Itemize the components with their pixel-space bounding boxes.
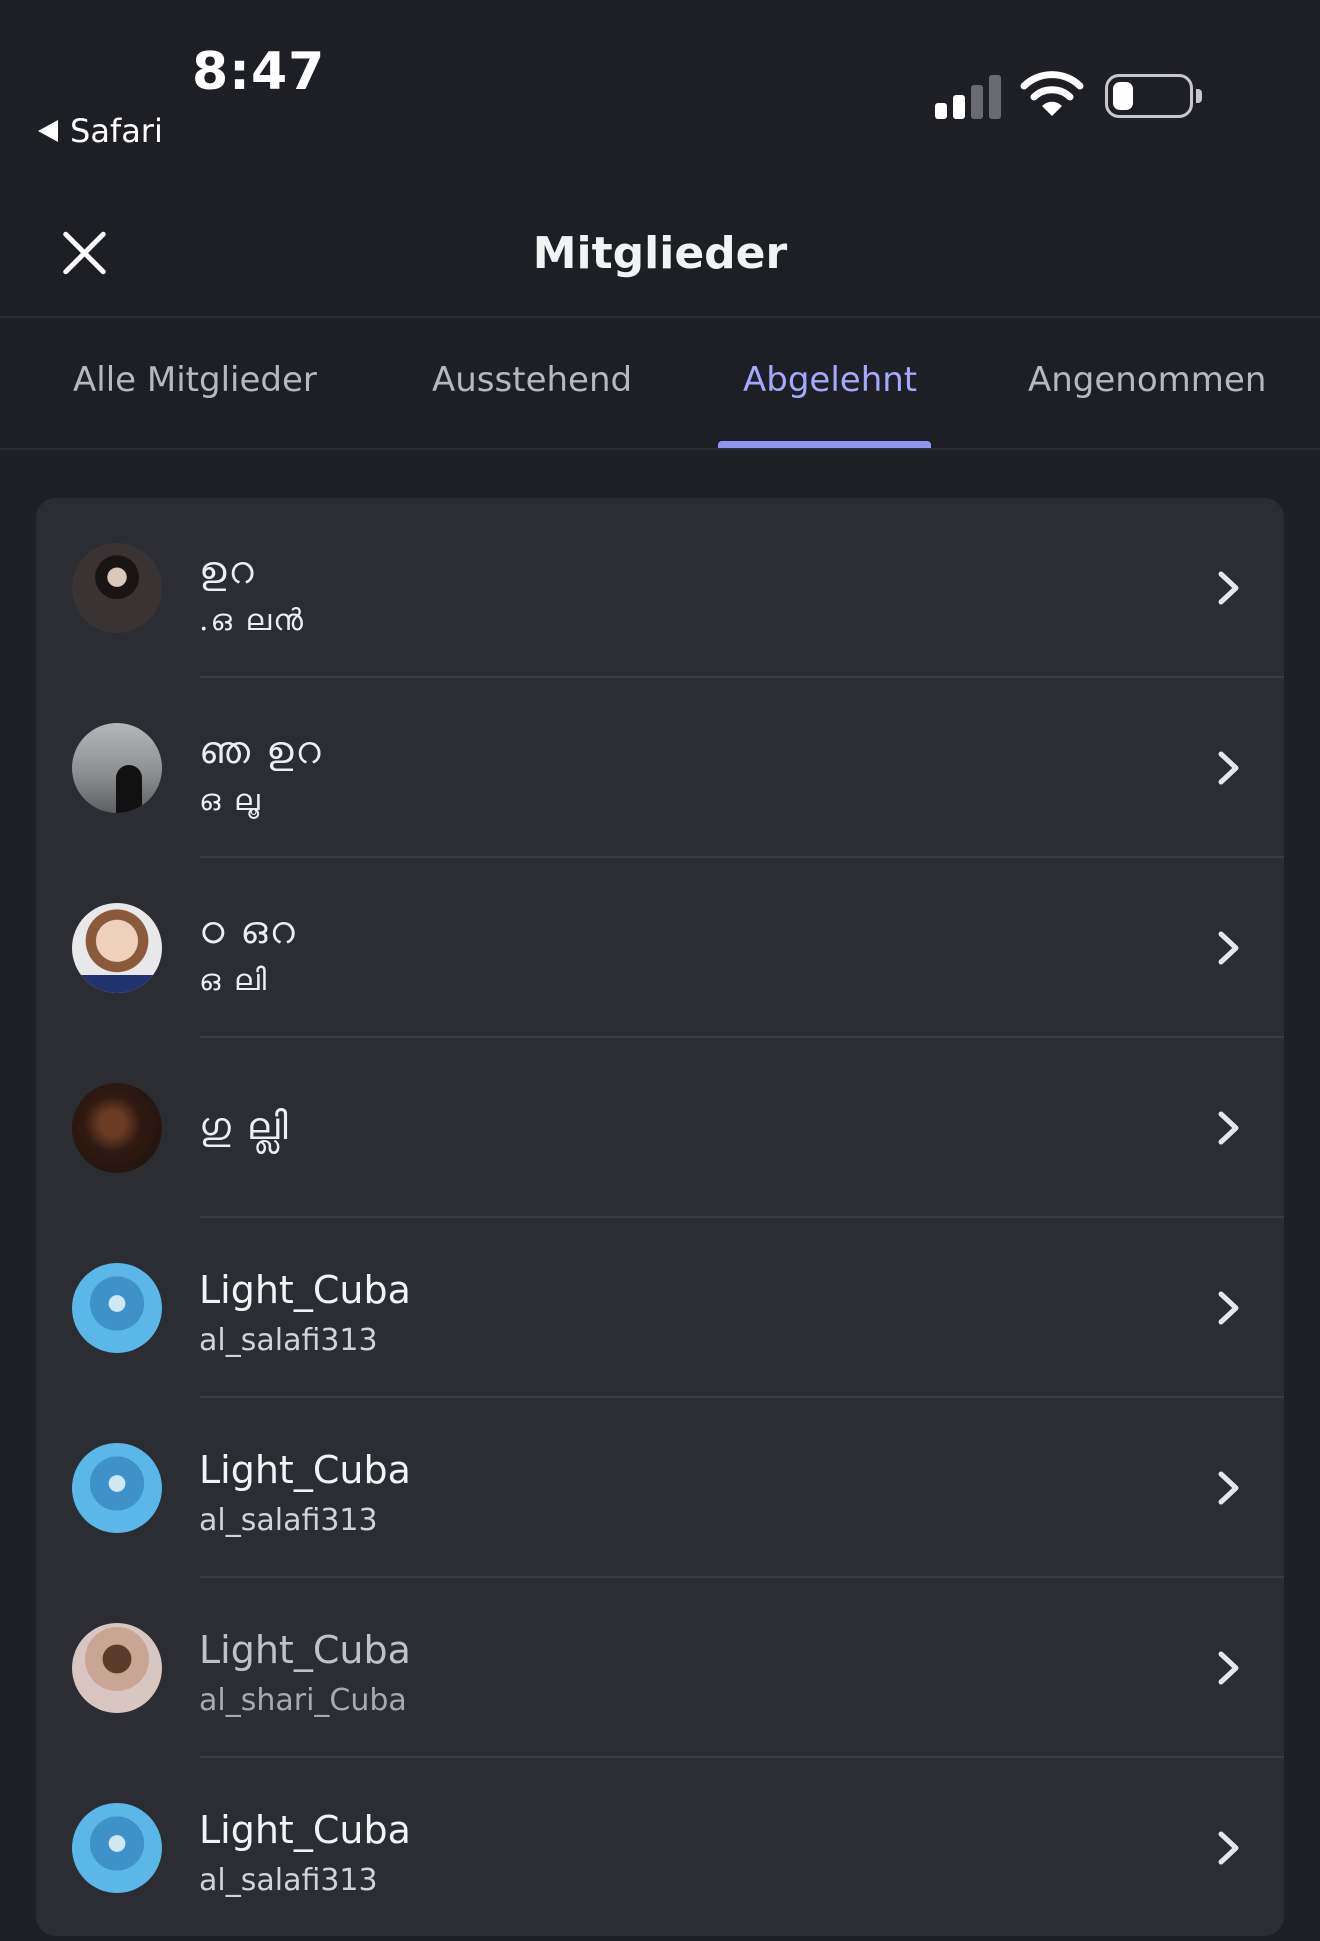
list-item[interactable]: Light_Cuba al_salafi313 [36,1758,1284,1936]
list-item[interactable]: ഗു ല്ലി [36,1038,1284,1218]
tab-alle-mitglieder[interactable]: Alle Mitglieder [73,360,317,400]
member-name: ഗു ല്ലി [199,1104,290,1148]
active-tab-indicator [718,441,931,448]
member-handle: ഒ ലൂ [199,783,262,818]
cellular-signal-icon [935,74,1005,119]
avatar [72,1263,162,1353]
chevron-right-icon [1218,1471,1239,1505]
member-name: Light_Cuba [199,1808,411,1852]
chevron-right-icon [1218,1111,1239,1145]
avatar [72,1443,162,1533]
avatar [72,543,162,633]
tab-angenommen[interactable]: Angenommen [1028,360,1266,400]
chevron-right-icon [1218,931,1239,965]
chevron-right-icon [1218,1831,1239,1865]
chevron-right-icon [1218,751,1239,785]
member-handle: .ഒ ലൻ [199,603,305,638]
status-time: 8:47 [192,42,326,102]
avatar [72,1623,162,1713]
back-triangle-icon [38,120,58,142]
list-item[interactable]: ഞ ഉറ ഒ ലൂ [36,678,1284,858]
tab-ausstehend[interactable]: Ausstehend [432,360,632,400]
wifi-icon [1020,71,1084,116]
back-app-label: Safari [70,112,163,150]
chevron-right-icon [1218,571,1239,605]
header: Mitglieder [0,190,1320,318]
avatar [72,723,162,813]
member-handle: al_salafi313 [199,1503,378,1538]
status-bar: 8:47 Safari [0,0,1320,160]
member-name: Light_Cuba [199,1448,411,1492]
member-list: ഉറ .ഒ ലൻ ഞ ഉറ ഒ ലൂ ഠ ഒറ ഒ ലി ഗു ല്ലി Lig… [36,498,1284,1936]
list-item[interactable]: Light_Cuba al_shari_Cuba [36,1578,1284,1758]
member-handle: al_shari_Cuba [199,1683,407,1718]
chevron-right-icon [1218,1651,1239,1685]
member-name: Light_Cuba [199,1268,411,1312]
list-item[interactable]: Light_Cuba al_salafi313 [36,1398,1284,1578]
member-handle: ഒ ലി [199,963,269,998]
page-title: Mitglieder [532,228,788,279]
chevron-right-icon [1218,1291,1239,1325]
member-name: ഠ ഒറ [199,908,297,952]
tab-abgelehnt[interactable]: Abgelehnt [743,360,917,400]
member-handle: al_salafi313 [199,1323,378,1358]
avatar [72,1803,162,1893]
member-name: Light_Cuba [199,1628,411,1672]
member-name: ഉറ [199,548,256,592]
member-name: ഞ ഉറ [199,728,323,772]
battery-icon [1105,74,1202,118]
back-to-safari[interactable]: Safari [38,112,163,150]
list-item[interactable]: Light_Cuba al_salafi313 [36,1218,1284,1398]
member-handle: al_salafi313 [199,1863,378,1898]
avatar [72,1083,162,1173]
avatar [72,903,162,993]
list-item[interactable]: ഉറ .ഒ ലൻ [36,498,1284,678]
list-item[interactable]: ഠ ഒറ ഒ ലി [36,858,1284,1038]
tab-bar: Alle Mitglieder Ausstehend Abgelehnt Ang… [0,318,1320,450]
